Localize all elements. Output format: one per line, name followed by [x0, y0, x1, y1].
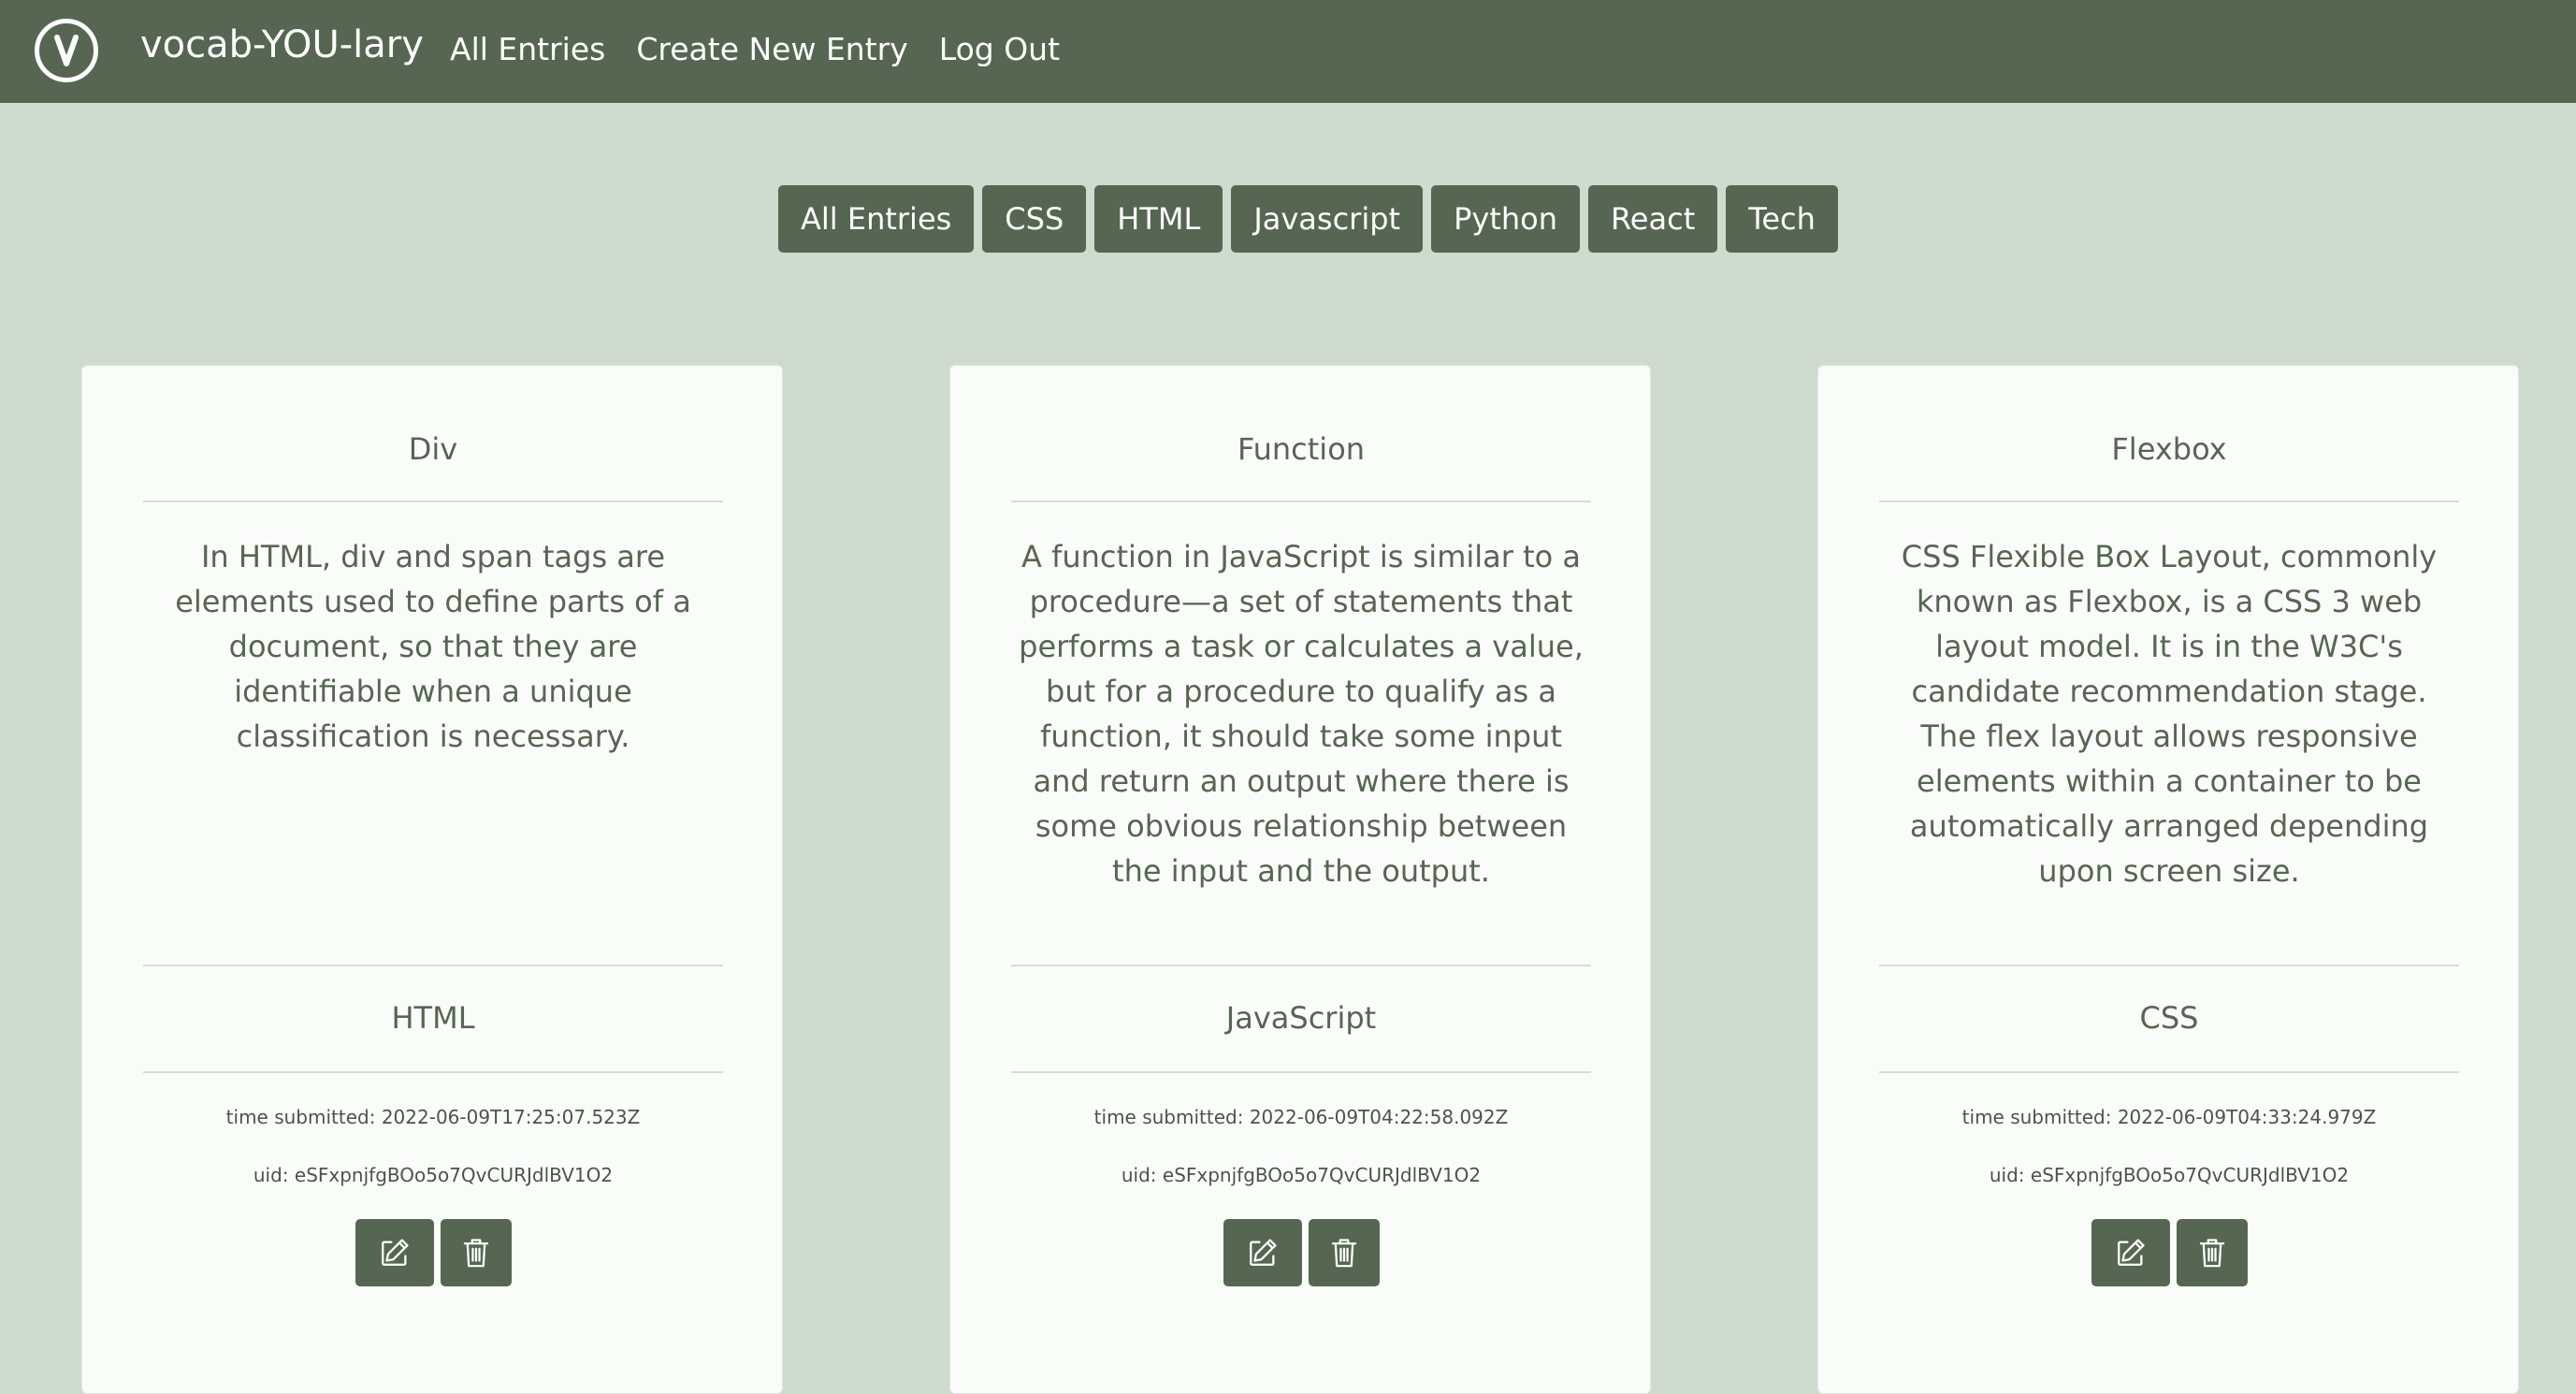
entry-title: Function — [1237, 431, 1366, 467]
divider — [1011, 1071, 1591, 1073]
divider — [143, 501, 723, 502]
divider — [1879, 965, 2459, 966]
nav-link-create-new-entry[interactable]: Create New Entry — [636, 31, 907, 67]
entry-title: Flexbox — [2111, 431, 2227, 467]
edit-icon — [1249, 1239, 1277, 1266]
entry-description: In HTML, div and span tags are elements … — [175, 539, 691, 754]
delete-button[interactable] — [440, 1219, 512, 1286]
brand-name[interactable]: vocab-YOU-lary — [140, 23, 424, 66]
filter-button-tech[interactable]: Tech — [1726, 185, 1838, 253]
entry-category: HTML — [391, 1000, 475, 1036]
edit-button[interactable] — [1223, 1219, 1302, 1286]
divider — [1879, 501, 2459, 502]
divider — [1011, 965, 1591, 966]
filter-button-html[interactable]: HTML — [1094, 185, 1223, 253]
nav-link-log-out[interactable]: Log Out — [939, 31, 1060, 67]
divider — [1011, 501, 1591, 502]
nav-link-all-entries[interactable]: All Entries — [450, 31, 605, 67]
edit-button[interactable] — [355, 1219, 434, 1286]
entry-description: CSS Flexible Box Layout, commonly known … — [1901, 539, 2438, 889]
filter-button-react[interactable]: React — [1588, 185, 1718, 253]
entry-card: Div In HTML, div and span tags are eleme… — [81, 365, 783, 1394]
entry-card: Flexbox CSS Flexible Box Layout, commonl… — [1817, 365, 2519, 1394]
entry-category: CSS — [2139, 1000, 2199, 1036]
navbar: vocab-YOU-lary All Entries Create New En… — [0, 0, 2576, 103]
entry-actions — [82, 1219, 784, 1286]
trash-icon — [2199, 1239, 2224, 1268]
trash-icon — [463, 1239, 488, 1268]
entry-uid: uid: eSFxpnjfgBOo5o7QvCURJdlBV1O2 — [1989, 1164, 2350, 1186]
entry-actions — [1818, 1219, 2520, 1286]
entry-card: Function A function in JavaScript is sim… — [949, 365, 1651, 1394]
divider — [143, 1071, 723, 1073]
entry-category: JavaScript — [1225, 1000, 1377, 1036]
entry-description: A function in JavaScript is similar to a… — [1019, 539, 1584, 889]
filter-button-javascript[interactable]: Javascript — [1231, 185, 1424, 253]
entry-time-submitted: time submitted: 2022-06-09T04:22:58.092Z — [1093, 1106, 1509, 1128]
entry-time-submitted: time submitted: 2022-06-09T17:25:07.523Z — [225, 1106, 641, 1128]
edit-button[interactable] — [2091, 1219, 2170, 1286]
divider — [143, 965, 723, 966]
entry-uid: uid: eSFxpnjfgBOo5o7QvCURJdlBV1O2 — [1121, 1164, 1482, 1186]
divider — [1879, 1071, 2459, 1073]
edit-icon — [381, 1239, 409, 1266]
trash-icon — [1331, 1239, 1356, 1268]
edit-icon — [2117, 1239, 2145, 1266]
entry-time-submitted: time submitted: 2022-06-09T04:33:24.979Z — [1961, 1106, 2377, 1128]
delete-button[interactable] — [2176, 1219, 2248, 1286]
delete-button[interactable] — [1308, 1219, 1380, 1286]
filter-button-all-entries[interactable]: All Entries — [778, 185, 975, 253]
nav-links: All Entries Create New Entry Log Out — [450, 31, 1060, 67]
v-logo-icon[interactable] — [35, 19, 98, 82]
category-filter-bar: All Entries CSS HTML Javascript Python R… — [778, 185, 1838, 253]
entry-uid: uid: eSFxpnjfgBOo5o7QvCURJdlBV1O2 — [253, 1164, 614, 1186]
filter-button-python[interactable]: Python — [1431, 185, 1580, 253]
entry-actions — [950, 1219, 1652, 1286]
filter-button-css[interactable]: CSS — [982, 185, 1087, 253]
entry-title: Div — [408, 431, 458, 467]
